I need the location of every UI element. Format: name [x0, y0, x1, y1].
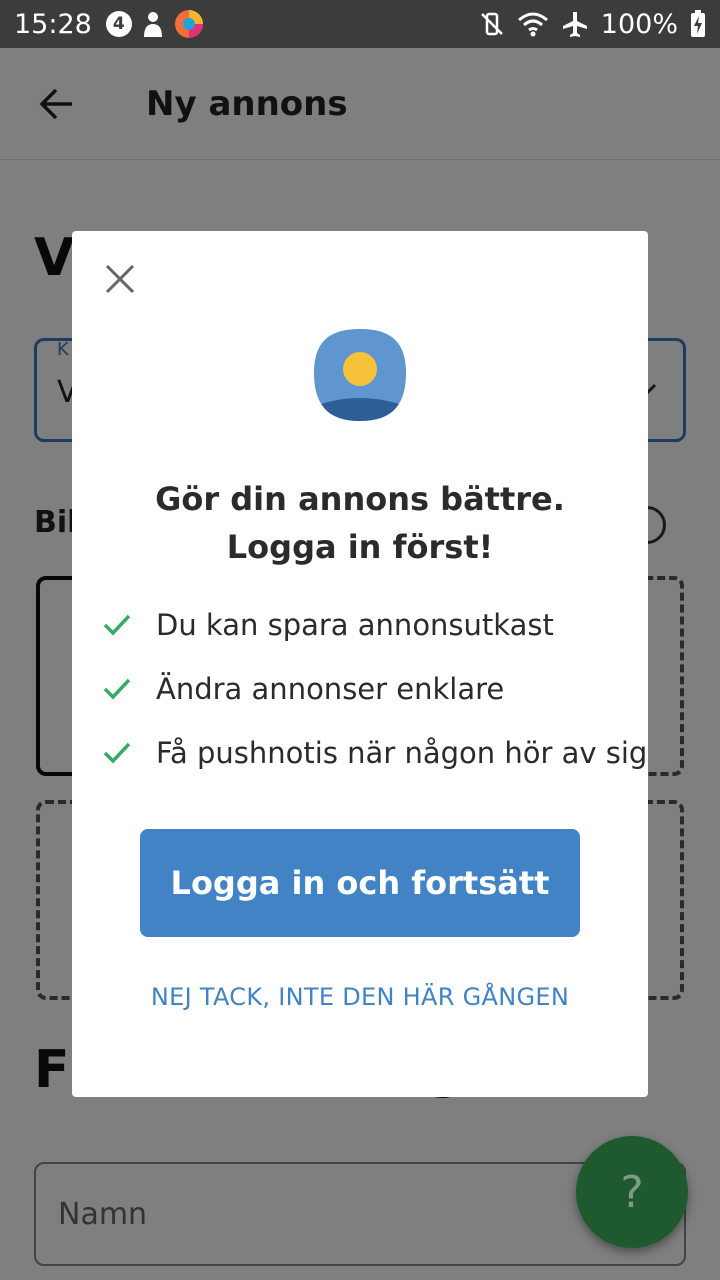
battery-charging-icon	[691, 10, 705, 37]
wifi-icon	[517, 12, 548, 37]
browser-icon	[174, 10, 203, 38]
person-icon	[143, 12, 162, 37]
benefits-list: Du kan spara annonsutkast Ändra annonser…	[102, 593, 647, 785]
notification-icons: 4	[105, 9, 204, 39]
sunrise-illustration-icon	[314, 329, 406, 421]
check-icon	[103, 678, 131, 700]
battery-percentage: 100%	[600, 8, 678, 40]
benefit-text: Du kan spara annonsutkast	[156, 608, 554, 642]
benefit-text: Ändra annonser enklare	[156, 672, 505, 706]
dialog-title: Gör din annons bättre. Logga in först!	[92, 475, 628, 571]
close-button[interactable]	[96, 255, 144, 303]
list-item: Ändra annonser enklare	[102, 657, 647, 721]
notification-4-icon: 4	[105, 11, 132, 37]
status-bar: 15:28 4 100%	[0, 0, 720, 48]
check-icon	[103, 614, 131, 636]
list-item: Få pushnotis när någon hör av sig	[102, 721, 647, 785]
help-button[interactable]: ?	[576, 1136, 688, 1248]
dialog-title-line1: Gör din annons bättre.	[155, 480, 565, 518]
list-item: Du kan spara annonsutkast	[102, 593, 647, 657]
close-icon	[105, 264, 135, 294]
clock: 15:28	[14, 8, 92, 40]
decline-link[interactable]: NEJ TACK, INTE DEN HÄR GÅNGEN	[92, 983, 628, 1011]
airplane-mode-icon	[562, 12, 587, 37]
system-icons: 100%	[479, 9, 706, 40]
login-continue-button[interactable]: Logga in och fortsätt	[140, 829, 580, 937]
check-icon	[103, 742, 131, 764]
login-prompt-dialog: Gör din annons bättre. Logga in först! D…	[72, 231, 648, 1097]
benefit-text: Få pushnotis när någon hör av sig	[156, 736, 648, 770]
dialog-title-line2: Logga in först!	[226, 528, 494, 566]
vibrate-icon	[480, 12, 503, 36]
